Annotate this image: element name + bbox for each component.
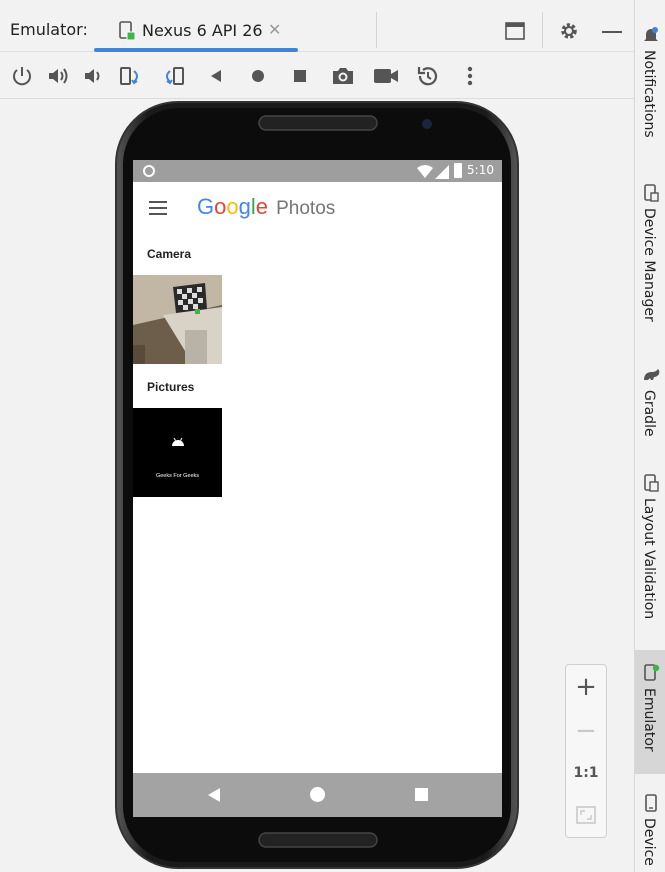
rotate-left-icon[interactable] [118, 63, 144, 89]
status-time: 5:10 [467, 163, 494, 177]
logo-letter: o [214, 194, 227, 219]
layout-validation-icon [642, 474, 660, 492]
zoom-actual-size-button[interactable]: 1:1 [566, 753, 606, 793]
zoom-out-button[interactable]: − [566, 711, 606, 751]
notification-dot-icon [143, 165, 155, 177]
nav-home-icon[interactable] [310, 787, 325, 802]
thumbnail-caption: Geeks For Geeks [155, 473, 200, 479]
emulator-label: Emulator: [10, 20, 88, 39]
android-nav-bar [133, 773, 502, 817]
nav-overview-icon[interactable] [415, 788, 428, 801]
sidebar-item-emulator[interactable]: Emulator [635, 650, 665, 774]
rotate-right-icon[interactable] [160, 63, 186, 89]
right-tool-sidebar: Notifications Device Manager Gradle Layo… [634, 0, 665, 872]
separator [542, 12, 543, 48]
wifi-icon [417, 164, 433, 183]
sidebar-item-label: Layout Validation [641, 498, 657, 620]
camera-icon[interactable] [330, 63, 356, 89]
logo-letter: g [238, 194, 251, 219]
android-status-bar: 5:10 [133, 160, 502, 182]
active-tab-indicator [94, 48, 298, 52]
separator [376, 12, 377, 48]
sidebar-item-label: Device Manager [641, 208, 657, 322]
device-icon [118, 21, 136, 45]
restore-window-icon[interactable] [505, 22, 525, 44]
sidebar-item-notifications[interactable]: Notifications [635, 20, 665, 160]
power-icon[interactable] [9, 63, 35, 89]
sidebar-item-label: Notifications [641, 50, 657, 138]
snapshot-icon[interactable] [415, 63, 441, 89]
sidebar-item-device-manager[interactable]: Device Manager [635, 178, 665, 338]
device-screen[interactable]: 5:10 Google Photos Camera Pictures Geeks… [133, 160, 502, 817]
emulator-icon [642, 664, 660, 682]
device-manager-icon [642, 184, 660, 202]
emulator-toolbar [0, 53, 634, 99]
device-tab[interactable]: Nexus 6 API 26 ✕ [94, 12, 298, 52]
home-icon[interactable] [245, 63, 271, 89]
back-icon[interactable] [203, 63, 229, 89]
gradle-icon [642, 366, 660, 384]
volume-up-icon[interactable] [45, 63, 71, 89]
battery-icon [454, 163, 462, 178]
volume-down-icon[interactable] [80, 63, 106, 89]
sidebar-item-label: Gradle [641, 390, 657, 437]
device-tab-label: Nexus 6 API 26 [142, 21, 263, 40]
zoom-in-button[interactable]: + [566, 667, 606, 707]
pictures-thumbnail[interactable]: Geeks For Geeks [133, 408, 222, 497]
sidebar-item-device[interactable]: Device [635, 790, 665, 872]
logo-letter: e [255, 194, 269, 219]
zoom-fit-screen-icon[interactable] [566, 795, 606, 835]
sidebar-item-layout-validation[interactable]: Layout Validation [635, 470, 665, 640]
hamburger-menu-icon[interactable] [149, 201, 167, 215]
section-title-camera: Camera [147, 247, 192, 261]
google-photos-logo: Google Photos [197, 194, 335, 220]
title-bar: Emulator: Nexus 6 API 26 ✕ [0, 0, 634, 52]
sidebar-item-gradle[interactable]: Gradle [635, 362, 665, 452]
close-tab-icon[interactable]: ✕ [268, 20, 281, 39]
nav-back-icon[interactable] [207, 787, 221, 807]
minimize-icon[interactable] [602, 31, 622, 33]
bell-icon [642, 26, 660, 44]
app-bar: Google Photos [133, 182, 502, 234]
section-title-pictures: Pictures [147, 380, 195, 394]
video-record-icon[interactable] [373, 63, 399, 89]
logo-letter: o [226, 194, 239, 219]
camera-photo-thumbnail[interactable] [133, 275, 222, 364]
signal-icon [435, 164, 449, 183]
android-logo-icon [171, 432, 185, 451]
logo-suffix: Photos [276, 198, 336, 219]
logo-letter: G [197, 194, 215, 219]
sidebar-item-label: Device [641, 818, 657, 866]
overview-icon[interactable] [287, 63, 313, 89]
zoom-controls: + − 1:1 [565, 664, 607, 838]
settings-gear-icon[interactable] [559, 21, 579, 45]
device-phone-icon [642, 794, 660, 812]
sidebar-item-label: Emulator [641, 688, 657, 752]
more-options-icon[interactable] [457, 63, 483, 89]
